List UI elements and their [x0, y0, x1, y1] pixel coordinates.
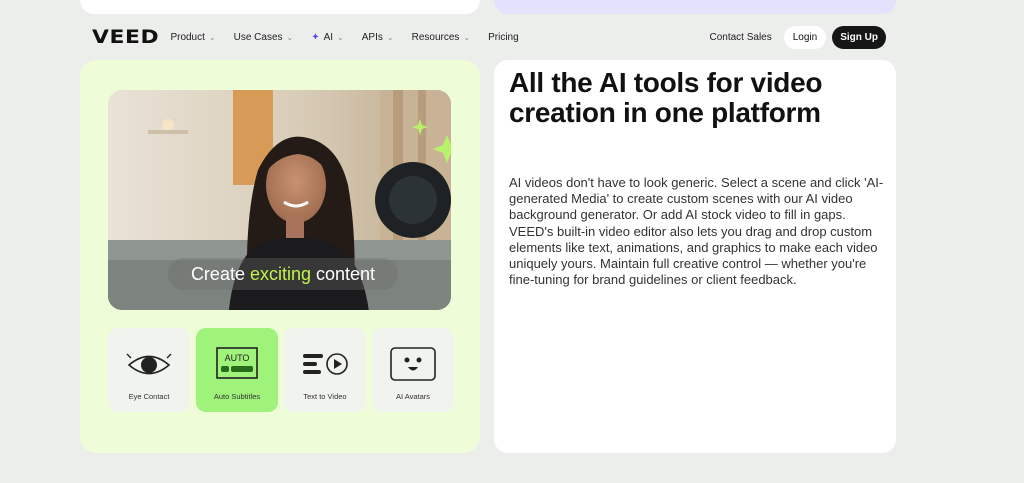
caption-text-start: Create: [190, 263, 245, 284]
video-caption: Create exciting content: [168, 258, 398, 290]
login-button[interactable]: Login: [783, 25, 827, 49]
tool-auto-subtitles[interactable]: AUTO Auto Subtitles: [196, 328, 278, 412]
feature-body: AI videos don't have to look generic. Se…: [509, 175, 884, 288]
tool-label: Auto Subtitles: [213, 392, 261, 401]
nav-pricing[interactable]: Pricing: [488, 32, 519, 43]
sparkle-icon: ✦: [311, 31, 320, 43]
chevron-down-icon: ⌄: [286, 32, 294, 42]
top-card-right: [494, 0, 896, 14]
nav-product-label: Product: [170, 31, 205, 43]
nav-ai-label: AI: [323, 31, 334, 43]
eye-icon: [108, 344, 190, 386]
chevron-down-icon: ⌄: [208, 32, 216, 42]
tool-eye-contact[interactable]: Eye Contact: [108, 328, 190, 412]
chevron-down-icon: ⌄: [463, 32, 471, 42]
caption-highlight: exciting: [249, 263, 311, 284]
nav-pricing-label: Pricing: [488, 31, 519, 43]
avatar-face-icon: [372, 344, 454, 386]
sign-up-button[interactable]: Sign Up: [832, 25, 886, 49]
feature-headline: All the AI tools for video creation in o…: [509, 67, 823, 128]
tool-label: Text to Video: [303, 392, 347, 401]
veed-logo[interactable]: VEED: [92, 26, 159, 48]
auto-badge: AUTO: [225, 353, 250, 363]
caption-text-end: content: [316, 263, 376, 284]
tool-label: Eye Contact: [128, 392, 170, 401]
nav-resources-label: Resources: [411, 31, 460, 43]
chevron-down-icon: ⌄: [386, 32, 394, 42]
main-navbar: VEED Product ⌄ Use Cases ⌄ ✦ AI ⌄ APIs ⌄…: [80, 20, 896, 54]
nav-actions: Contact Sales Login Sign Up: [709, 25, 886, 49]
text-to-video-icon: [284, 344, 366, 386]
auto-subtitles-icon: AUTO: [196, 344, 278, 386]
nav-apis[interactable]: APIs ⌄: [362, 32, 394, 43]
top-card-left: [80, 0, 480, 14]
tool-text-to-video[interactable]: Text to Video: [284, 328, 366, 412]
chevron-down-icon: ⌄: [337, 32, 344, 42]
nav-ai[interactable]: ✦ AI ⌄: [311, 32, 344, 43]
tool-ai-avatars[interactable]: AI Avatars: [372, 328, 454, 412]
nav-product[interactable]: Product ⌄: [170, 32, 215, 43]
tool-tiles: Eye Contact AUTO Auto Subtitles Text to …: [108, 328, 454, 412]
contact-sales-link[interactable]: Contact Sales: [709, 32, 771, 43]
ai-tools-showcase: Create exciting content Eye Contact AUTO…: [80, 60, 480, 453]
nav-resources[interactable]: Resources ⌄: [412, 32, 471, 43]
feature-description: All the AI tools for video creation in o…: [494, 60, 896, 453]
nav-use-cases[interactable]: Use Cases ⌄: [234, 32, 294, 43]
video-preview: Create exciting content: [108, 90, 451, 310]
nav-apis-label: APIs: [361, 31, 383, 43]
nav-use-cases-label: Use Cases: [233, 31, 283, 43]
tool-label: AI Avatars: [395, 392, 431, 401]
